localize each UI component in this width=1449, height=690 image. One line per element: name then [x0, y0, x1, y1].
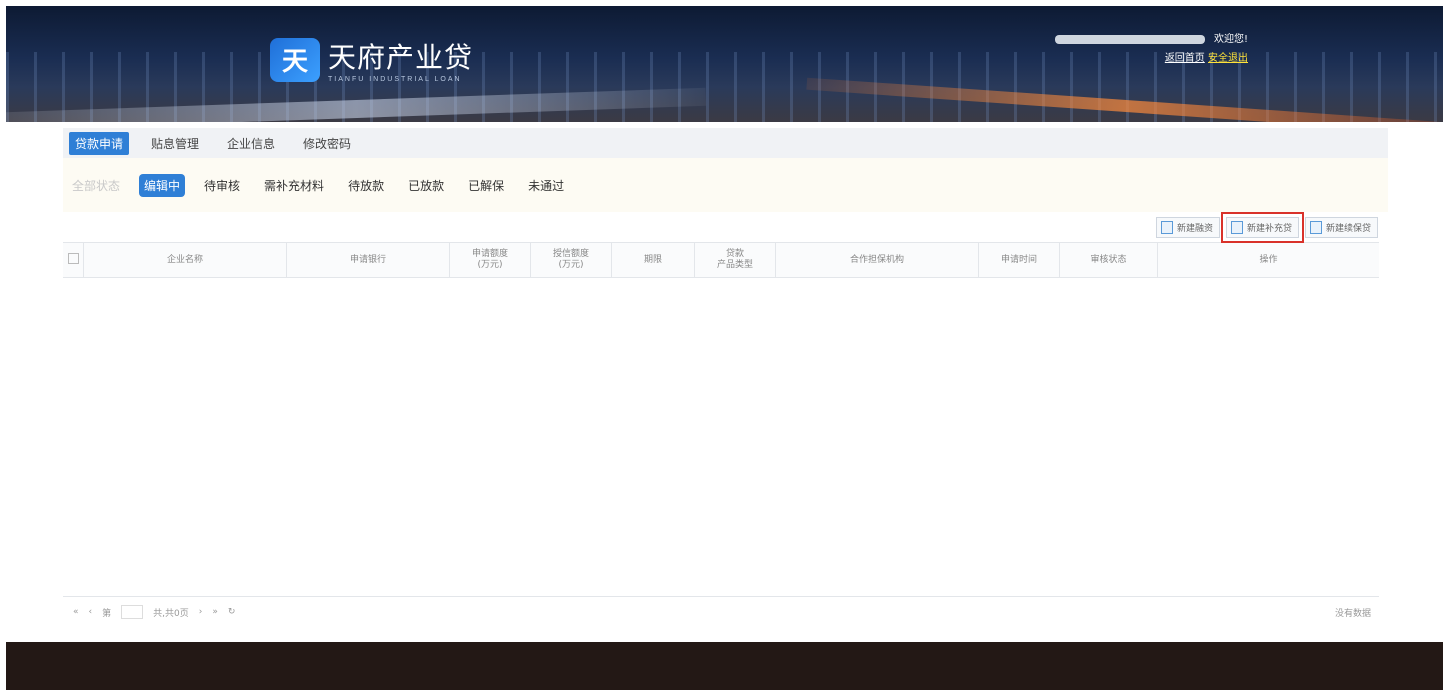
- col-review-status[interactable]: 审核状态: [1059, 242, 1158, 278]
- action-toolbar: 新建融资 新建补充贷 新建续保贷: [63, 211, 1388, 243]
- filter-pending-review[interactable]: 待审核: [199, 174, 245, 197]
- filter-all[interactable]: 全部状态: [67, 174, 125, 197]
- table-header-row: 企业名称 申请银行 申请额度 (万元) 授信额度 (万元) 期限 贷款 产品类型…: [63, 242, 1379, 278]
- last-page-button[interactable]: »: [212, 607, 218, 617]
- page-number-input[interactable]: [121, 605, 144, 619]
- tab-company-info[interactable]: 企业信息: [221, 132, 281, 155]
- tab-loan-application[interactable]: 贷款申请: [69, 131, 130, 155]
- home-link[interactable]: 返回首页: [1165, 53, 1205, 64]
- username-redacted: [1054, 34, 1205, 44]
- col-apply-time[interactable]: 申请时间: [978, 242, 1060, 278]
- col-company-name[interactable]: 企业名称: [83, 242, 287, 278]
- filter-rejected[interactable]: 未通过: [523, 174, 569, 197]
- site-logo[interactable]: 天 天府产业贷 TIANFU INDUSTRIAL LOAN: [270, 36, 473, 83]
- next-page-button[interactable]: ›: [199, 607, 203, 617]
- new-supplement-loan-button[interactable]: 新建补充贷: [1220, 211, 1304, 243]
- status-filters: 全部状态 编辑中 待审核 需补充材料 待放款 已放款 已解保 未通过: [63, 158, 1388, 212]
- page-footer: [6, 642, 1443, 690]
- main-content: 贷款申请 贴息管理 企业信息 修改密码 全部状态 编辑中 待审核 需补充材料 待…: [63, 128, 1388, 628]
- col-bank[interactable]: 申请银行: [286, 242, 450, 278]
- pagination: « ‹ 第 共,共0页 › » ↻ 没有数据: [63, 596, 1379, 627]
- logo-subtitle: TIANFU INDUSTRIAL LOAN: [328, 76, 462, 83]
- col-guarantee-org[interactable]: 合作担保机构: [775, 242, 979, 278]
- document-icon: [1309, 220, 1322, 234]
- select-all-checkbox[interactable]: [63, 242, 84, 278]
- filter-editing[interactable]: 编辑中: [139, 173, 186, 197]
- filter-need-materials[interactable]: 需补充材料: [259, 174, 329, 197]
- welcome-text: 欢迎您!: [1213, 34, 1248, 45]
- user-panel: 欢迎您! 返回首页 安全退出: [1054, 30, 1248, 64]
- logo-icon: 天: [270, 37, 320, 82]
- filter-loaned[interactable]: 已放款: [403, 174, 449, 197]
- first-page-button[interactable]: «: [73, 607, 79, 617]
- header-banner: 天 天府产业贷 TIANFU INDUSTRIAL LOAN 欢迎您! 返回首页…: [6, 6, 1443, 122]
- refresh-icon[interactable]: ↻: [228, 607, 236, 617]
- filter-released[interactable]: 已解保: [463, 174, 509, 197]
- document-icon: [1230, 220, 1243, 234]
- tab-change-password[interactable]: 修改密码: [297, 132, 357, 155]
- top-nav: 贷款申请 贴息管理 企业信息 修改密码: [63, 128, 1388, 158]
- empty-data-text: 没有数据: [1334, 608, 1371, 619]
- page-prefix: 第: [102, 608, 112, 619]
- checkbox-icon: [67, 252, 79, 264]
- filter-pending-loan[interactable]: 待放款: [343, 174, 389, 197]
- col-credit-amount[interactable]: 授信额度 (万元): [530, 242, 612, 278]
- logout-link[interactable]: 安全退出: [1208, 53, 1248, 64]
- tab-subsidy[interactable]: 贴息管理: [145, 132, 205, 155]
- col-actions: 操作: [1157, 242, 1379, 278]
- new-renewal-loan-button[interactable]: 新建续保贷: [1304, 216, 1378, 238]
- document-icon: [1160, 220, 1173, 234]
- prev-page-button[interactable]: ‹: [89, 607, 93, 617]
- col-product-type[interactable]: 贷款 产品类型: [694, 242, 776, 278]
- col-apply-amount[interactable]: 申请额度 (万元): [449, 242, 531, 278]
- new-financing-button[interactable]: 新建融资: [1155, 216, 1220, 238]
- logo-title: 天府产业贷: [328, 41, 474, 74]
- page-total: 共,共0页: [153, 608, 189, 619]
- col-term[interactable]: 期限: [611, 242, 695, 278]
- loan-table: 企业名称 申请银行 申请额度 (万元) 授信额度 (万元) 期限 贷款 产品类型…: [63, 242, 1379, 278]
